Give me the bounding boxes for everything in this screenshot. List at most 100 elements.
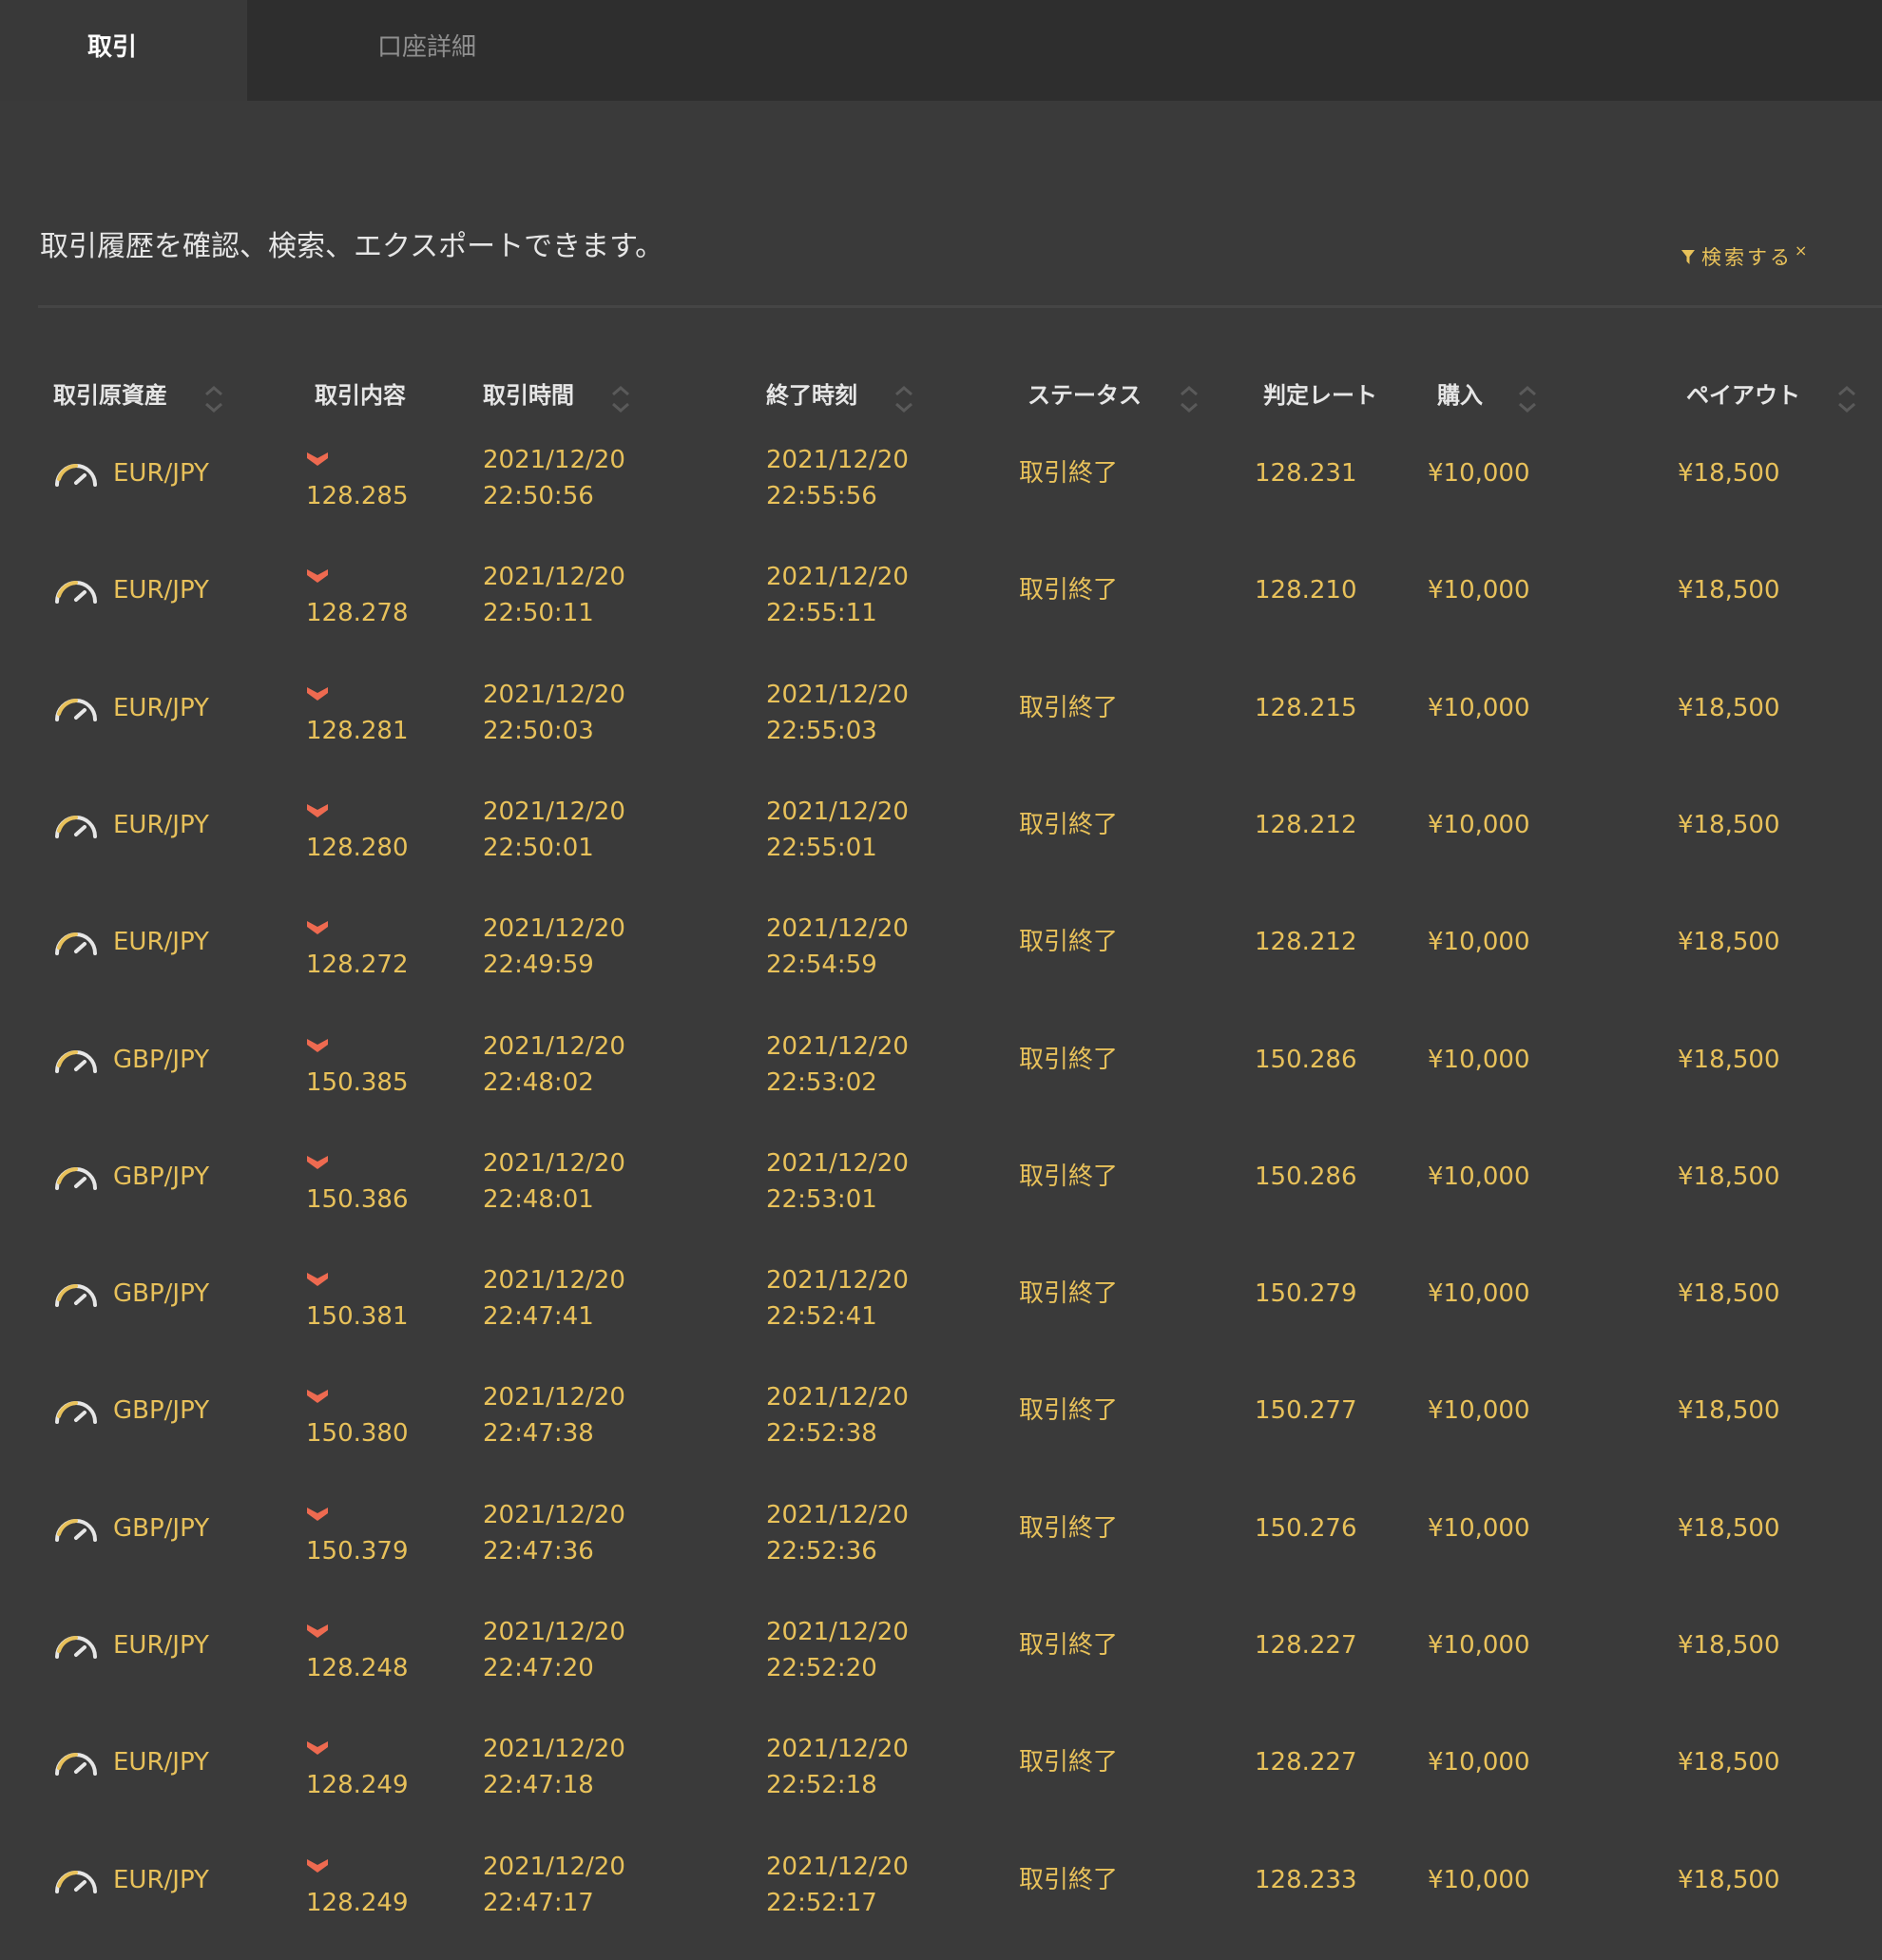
asset-cell: EUR/JPY [52, 1746, 209, 1778]
buy-cell: ¥10,000 [1428, 459, 1530, 488]
page-description: 取引履歴を確認、検索、エクスポートできます。 [40, 230, 664, 263]
end-time: 22:55:01 [766, 834, 877, 862]
search-filter-button[interactable]: 検索する × [1680, 241, 1810, 271]
table-row[interactable]: EUR/JPY 128.280 2021/12/20 22:50:01 2021/12/… [0, 788, 1882, 905]
buy-cell: ¥10,000 [1428, 1046, 1530, 1074]
open-price: 150.381 [306, 1302, 409, 1331]
sort-icon[interactable] [1179, 384, 1200, 414]
table-row[interactable]: EUR/JPY 128.248 2021/12/20 22:47:20 2021/12/… [0, 1608, 1882, 1725]
rate-cell: 150.286 [1255, 1046, 1357, 1074]
col-buy[interactable]: 購入 [1437, 367, 1483, 424]
status-cell: 取引終了 [1019, 1163, 1119, 1191]
sort-icon[interactable] [1836, 384, 1857, 414]
sort-icon[interactable] [203, 384, 224, 414]
payout-cell: ¥18,500 [1678, 694, 1780, 722]
table-row[interactable]: GBP/JPY 150.380 2021/12/20 22:47:38 2021/12/… [0, 1374, 1882, 1490]
table-row[interactable]: EUR/JPY 128.249 2021/12/20 22:47:18 2021/12/… [0, 1725, 1882, 1842]
direction-indicator [306, 452, 329, 471]
table-row[interactable]: GBP/JPY 150.379 2021/12/20 22:47:36 2021/12/… [0, 1491, 1882, 1608]
speedometer-icon [55, 1166, 97, 1190]
end-time-cell: 2021/12/20 22:52:18 [766, 1731, 909, 1803]
status-cell: 取引終了 [1019, 1514, 1119, 1543]
end-time-cell: 2021/12/20 22:55:11 [766, 559, 909, 631]
sort-icon[interactable] [610, 384, 631, 414]
direction-indicator [306, 1272, 329, 1291]
end-time: 22:52:38 [766, 1419, 877, 1448]
open-price: 128.280 [306, 834, 409, 862]
trade-date: 2021/12/20 [483, 797, 625, 826]
direction-indicator [306, 1507, 329, 1526]
clear-filter-icon[interactable]: × [1795, 241, 1810, 259]
col-trade-time-label: 取引時間 [483, 382, 574, 409]
asset-name: EUR/JPY [113, 1748, 209, 1777]
direction-indicator [306, 803, 329, 822]
end-time-cell: 2021/12/20 22:52:20 [766, 1614, 909, 1686]
end-time-cell: 2021/12/20 22:52:38 [766, 1379, 909, 1451]
direction-indicator [306, 1038, 329, 1057]
sort-icon[interactable] [1517, 384, 1538, 414]
table-row[interactable]: EUR/JPY 128.272 2021/12/20 22:49:59 2021/12/… [0, 905, 1882, 1022]
status-cell: 取引終了 [1019, 1748, 1119, 1777]
table-row[interactable]: GBP/JPY 150.381 2021/12/20 22:47:41 2021/12/… [0, 1257, 1882, 1374]
speedometer-icon [55, 463, 97, 487]
col-payout-label: ペイアウト [1686, 382, 1800, 409]
buy-cell: ¥10,000 [1428, 576, 1530, 605]
tab-account-details[interactable]: 口座詳細 [247, 0, 608, 101]
open-price: 128.281 [306, 717, 409, 745]
buy-cell: ¥10,000 [1428, 1748, 1530, 1777]
payout-cell: ¥18,500 [1678, 928, 1780, 956]
trade-time-cell: 2021/12/20 22:50:01 [483, 794, 625, 866]
sort-icon[interactable] [893, 384, 914, 414]
payout-cell: ¥18,500 [1678, 1748, 1780, 1777]
down-arrow-icon [307, 1859, 328, 1873]
end-time: 22:55:56 [766, 482, 877, 510]
table-row[interactable]: GBP/JPY 150.385 2021/12/20 22:48:02 2021/12/… [0, 1023, 1882, 1140]
end-date: 2021/12/20 [766, 1501, 909, 1529]
direction-indicator [306, 1155, 329, 1174]
col-end-time[interactable]: 終了時刻 [766, 367, 857, 424]
speedometer-icon [55, 1635, 97, 1659]
table-row[interactable]: EUR/JPY 128.249 2021/12/20 22:47:17 2021/12/… [0, 1843, 1882, 1960]
search-label: 検索する [1701, 246, 1793, 269]
trade-date: 2021/12/20 [483, 1149, 625, 1178]
end-time-cell: 2021/12/20 22:55:56 [766, 442, 909, 514]
end-time-cell: 2021/12/20 22:52:41 [766, 1262, 909, 1335]
buy-cell: ¥10,000 [1428, 811, 1530, 839]
table-row[interactable]: EUR/JPY 128.285 2021/12/20 22:50:56 2021/12/… [0, 436, 1882, 553]
end-date: 2021/12/20 [766, 1266, 909, 1295]
trade-time: 22:48:02 [483, 1068, 594, 1097]
direction-indicator [306, 920, 329, 939]
asset-name: EUR/JPY [113, 1866, 209, 1894]
table-row[interactable]: EUR/JPY 128.278 2021/12/20 22:50:11 2021/12/… [0, 553, 1882, 670]
col-payout[interactable]: ペイアウト [1686, 367, 1800, 424]
trade-time-cell: 2021/12/20 22:47:18 [483, 1731, 625, 1803]
payout-cell: ¥18,500 [1678, 576, 1780, 605]
asset-cell: EUR/JPY [52, 1864, 209, 1896]
trade-time-cell: 2021/12/20 22:47:36 [483, 1497, 625, 1569]
buy-cell: ¥10,000 [1428, 1279, 1530, 1308]
table-header: 取引原資産 取引内容 取引時間 終了時刻 ステータス 判定レート 購入 ペイアウ… [0, 367, 1882, 424]
trade-date: 2021/12/20 [483, 1501, 625, 1529]
asset-name: EUR/JPY [113, 811, 209, 839]
end-date: 2021/12/20 [766, 446, 909, 474]
trade-time: 22:47:20 [483, 1654, 594, 1682]
payout-cell: ¥18,500 [1678, 1866, 1780, 1894]
open-price: 128.249 [306, 1889, 409, 1917]
trade-date: 2021/12/20 [483, 914, 625, 943]
status-cell: 取引終了 [1019, 459, 1119, 488]
speedometer-icon [55, 1752, 97, 1776]
trade-date: 2021/12/20 [483, 563, 625, 591]
col-trade-time[interactable]: 取引時間 [483, 367, 574, 424]
trade-date: 2021/12/20 [483, 1618, 625, 1646]
rate-cell: 128.212 [1255, 928, 1357, 956]
speedometer-icon [55, 580, 97, 604]
table-row[interactable]: GBP/JPY 150.386 2021/12/20 22:48:01 2021/12/… [0, 1140, 1882, 1257]
buy-cell: ¥10,000 [1428, 694, 1530, 722]
col-status[interactable]: ステータス [1027, 367, 1142, 424]
down-arrow-icon [307, 569, 328, 583]
speedometer-icon [55, 1283, 97, 1307]
col-asset[interactable]: 取引原資産 [53, 367, 167, 424]
table-row[interactable]: EUR/JPY 128.281 2021/12/20 22:50:03 2021/12/… [0, 671, 1882, 788]
tab-trades[interactable]: 取引 [0, 0, 247, 101]
buy-cell: ¥10,000 [1428, 1866, 1530, 1894]
